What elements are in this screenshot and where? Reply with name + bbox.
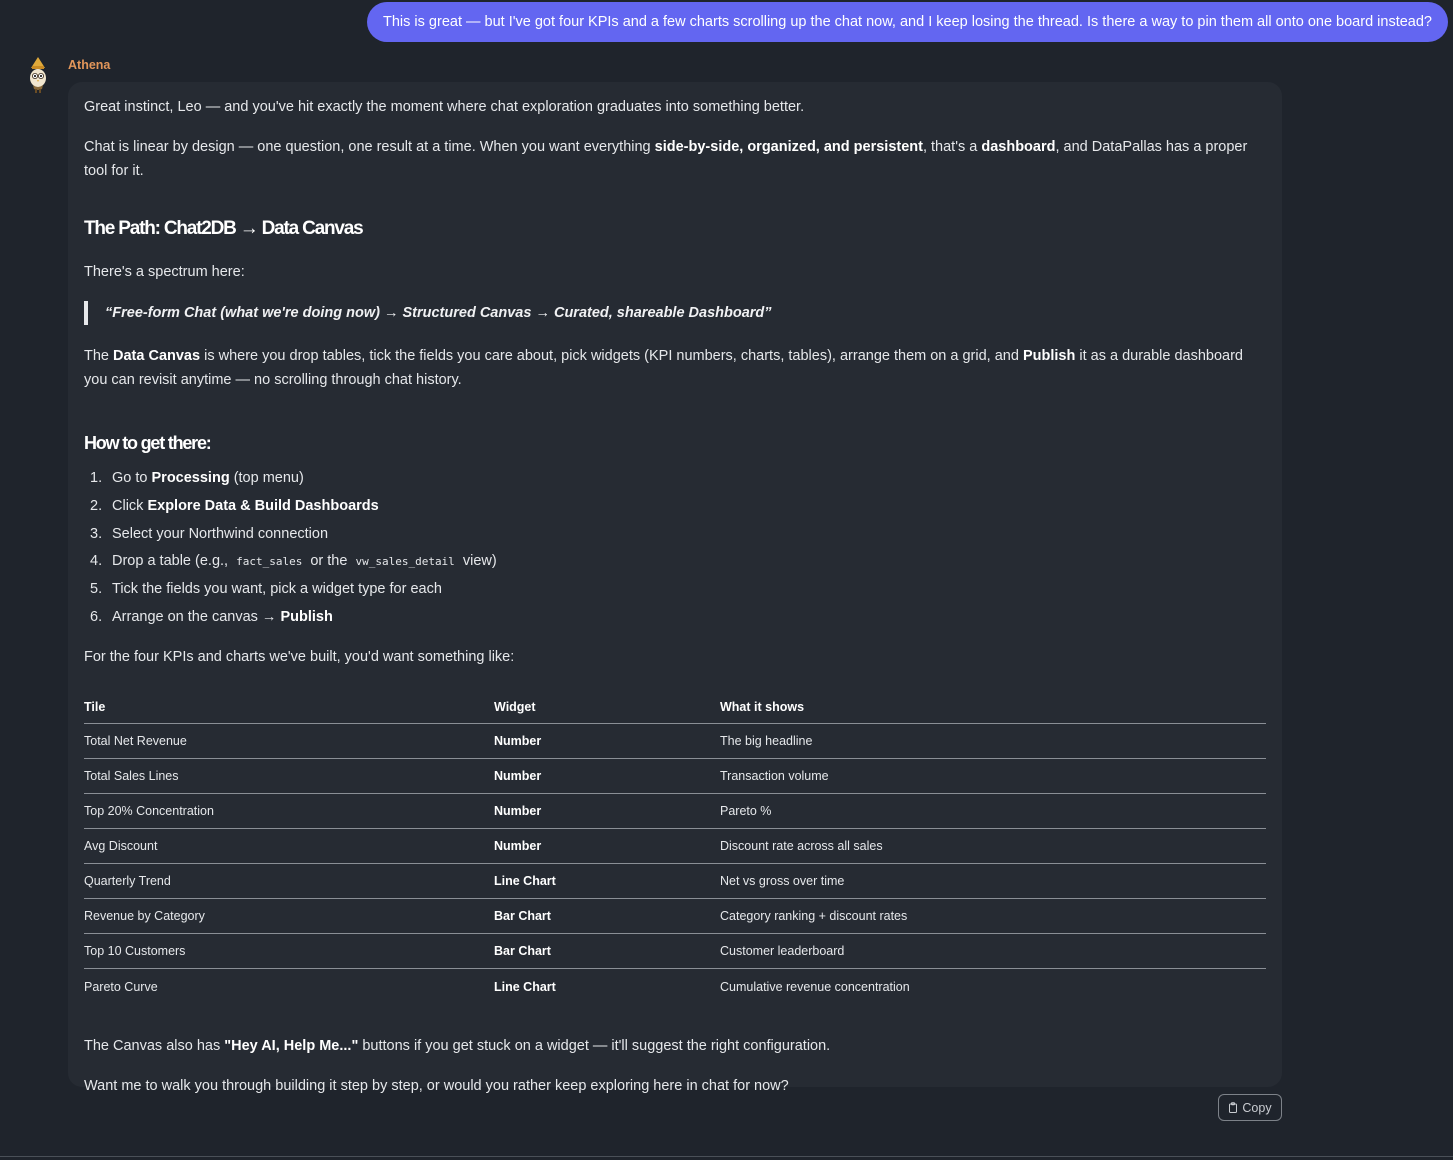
clipboard-icon — [1229, 1102, 1238, 1113]
cell-widget: Number — [494, 758, 720, 795]
inline-code: vw_sales_detail — [355, 555, 455, 569]
cell-tile: Top 20% Concentration — [84, 793, 494, 830]
table-row: Revenue by Category Bar Chart Category r… — [84, 898, 1266, 935]
column-header-widget: Widget — [494, 689, 720, 725]
cell-tile: Quarterly Trend — [84, 863, 494, 900]
cell-shows: Customer leaderboard — [720, 933, 1266, 970]
how-to-heading: How to get there: — [84, 433, 212, 453]
inline-code: fact_sales — [236, 555, 303, 569]
cell-shows: Net vs gross over time — [720, 863, 1266, 900]
table-row: Total Sales Lines Number Transaction vol… — [84, 758, 1266, 795]
chat-linear-paragraph: Chat is linear by design — one question,… — [84, 139, 1248, 179]
cell-widget: Line Chart — [494, 863, 720, 900]
assistant-message-bubble: Great instinct, Leo — and you've hit exa… — [68, 82, 1282, 1094]
spectrum-quote: “Free-form Chat (what we're doing now) →… — [84, 301, 1266, 325]
follow-up-question: Want me to walk you through building it … — [84, 1077, 789, 1094]
assistant-name: Athena — [68, 58, 111, 72]
list-item: 1. Go to Processing (top menu) — [90, 470, 304, 486]
list-item: 3. Select your Northwind connection — [90, 525, 329, 542]
cell-shows: Pareto % — [720, 793, 1266, 830]
copy-button[interactable]: Copy — [1218, 1094, 1282, 1121]
table-header-row: Tile Widget What it shows — [84, 689, 1266, 725]
bottom-divider — [0, 1156, 1453, 1157]
list-item: 4. Drop a table (e.g., fact_sales or the … — [90, 553, 497, 570]
cell-shows: Transaction volume — [720, 758, 1266, 795]
table-row: Total Net Revenue Number The big headlin… — [84, 723, 1266, 760]
cell-widget: Bar Chart — [494, 898, 720, 935]
cell-tile: Avg Discount — [84, 828, 494, 865]
cell-shows: The big headline — [720, 723, 1266, 760]
cell-widget: Number — [494, 793, 720, 830]
cell-tile: Revenue by Category — [84, 898, 494, 935]
user-message-bubble: This is great — but I've got four KPIs a… — [367, 2, 1448, 42]
kpi-intro-paragraph: For the four KPIs and charts we've built… — [84, 648, 515, 665]
tiles-table: Tile Widget What it shows Total Net Reve… — [84, 689, 1266, 1004]
column-header-tile: Tile — [84, 689, 494, 725]
cell-shows: Cumulative revenue concentration — [720, 979, 910, 994]
cell-widget: Number — [494, 828, 720, 865]
cell-widget: Number — [494, 723, 720, 760]
cell-tile: Top 10 Customers — [84, 933, 494, 970]
cell-widget: Line Chart — [494, 979, 556, 994]
copy-button-label: Copy — [1242, 1100, 1272, 1115]
spectrum-paragraph: There's a spectrum here: — [84, 264, 245, 280]
table-row: Top 20% Concentration Number Pareto % — [84, 793, 1266, 830]
intro-paragraph: Great instinct, Leo — and you've hit exa… — [84, 99, 805, 115]
list-item: 5. Tick the fields you want, pick a widge… — [90, 581, 442, 598]
steps-list: 1. Go to Processing (top menu) 2. Click Ex… — [84, 466, 1266, 633]
cell-shows: Category ranking + discount rates — [720, 898, 1266, 935]
list-item: 6. Arrange on the canvas → Publish — [90, 608, 333, 625]
cell-tile: Pareto Curve — [84, 979, 158, 994]
column-header-shows: What it shows — [720, 689, 1266, 725]
cell-widget: Bar Chart — [494, 933, 720, 970]
chat-page: This is great — but I've got four KPIs a… — [0, 0, 1453, 1160]
data-canvas-paragraph: The Data Canvas is where you drop tables… — [84, 348, 1243, 388]
table-row: Top 10 Customers Bar Chart Customer lead… — [84, 933, 1266, 970]
cell-shows: Discount rate across all sales — [720, 828, 1266, 865]
table-row: Avg Discount Number Discount rate across… — [84, 828, 1266, 865]
path-heading: The Path: Chat2DB → Data Canvas — [84, 218, 364, 239]
hey-ai-paragraph: The Canvas also has "Hey AI, Help Me..."… — [84, 1037, 831, 1054]
list-item: 2. Click Explore Data & Build Dashboards — [90, 497, 379, 514]
cell-tile: Total Sales Lines — [84, 758, 494, 795]
table-row: Pareto Curve Line Chart Cumulative reven… — [84, 969, 1266, 1004]
table-row: Quarterly Trend Line Chart Net vs gross … — [84, 863, 1266, 900]
cell-tile: Total Net Revenue — [84, 723, 494, 760]
athena-avatar — [24, 56, 52, 94]
owl-icon — [30, 57, 46, 93]
